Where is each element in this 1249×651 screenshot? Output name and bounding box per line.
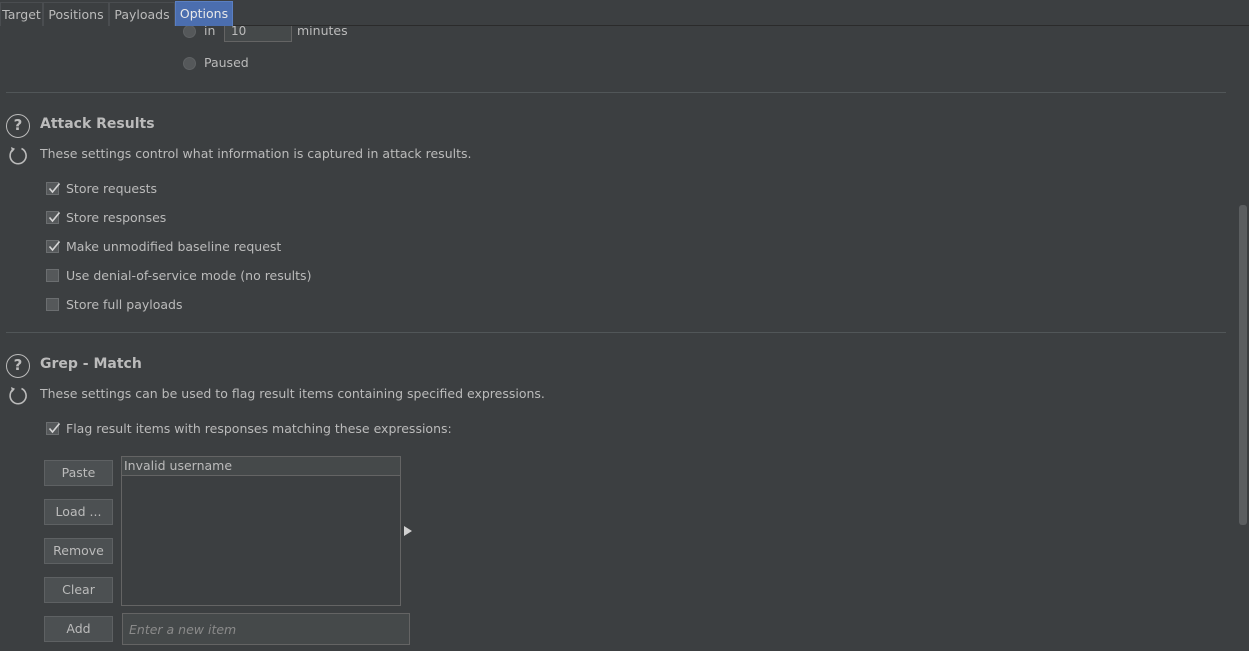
help-icon[interactable]: ? <box>6 114 30 138</box>
separator <box>6 92 1226 93</box>
help-icon[interactable]: ? <box>6 354 30 378</box>
refresh-icon[interactable] <box>7 384 29 406</box>
store-full-payloads-checkbox[interactable] <box>46 298 59 311</box>
dos-mode-checkbox[interactable] <box>46 269 59 282</box>
flag-results-checkbox[interactable] <box>46 422 61 435</box>
tab-bar: Target Positions Payloads Options <box>0 0 1249 26</box>
tab-target[interactable]: Target <box>0 2 43 26</box>
clear-button[interactable]: Clear <box>44 577 113 603</box>
list-item[interactable]: Invalid username <box>122 457 400 476</box>
add-button[interactable]: Add <box>44 616 113 642</box>
minutes-label: minutes <box>297 26 348 38</box>
remove-button[interactable]: Remove <box>44 538 113 564</box>
store-requests-checkbox[interactable] <box>46 182 61 195</box>
attack-results-description: These settings control what information … <box>40 146 472 161</box>
refresh-icon[interactable] <box>7 144 29 166</box>
expression-list[interactable]: Invalid username <box>121 456 401 606</box>
store-responses-label: Store responses <box>66 210 167 225</box>
separator <box>6 332 1226 333</box>
paste-button[interactable]: Paste <box>44 460 113 486</box>
minutes-input[interactable] <box>224 26 292 42</box>
options-panel: in minutes Paused ? Attack Results These… <box>0 26 1237 651</box>
store-full-payloads-label: Store full payloads <box>66 297 183 312</box>
tab-positions[interactable]: Positions <box>43 2 109 26</box>
in-minutes-radio[interactable] <box>183 26 196 38</box>
paused-label: Paused <box>204 55 249 70</box>
grep-match-title: Grep - Match <box>40 356 142 372</box>
new-item-input[interactable] <box>122 613 410 645</box>
in-label: in <box>204 26 216 38</box>
expand-arrow-icon[interactable] <box>403 526 413 536</box>
store-requests-label: Store requests <box>66 181 158 196</box>
tab-payloads[interactable]: Payloads <box>109 2 175 26</box>
attack-results-title: Attack Results <box>40 116 155 132</box>
dos-mode-label: Use denial-of-service mode (no results) <box>66 268 312 283</box>
store-responses-checkbox[interactable] <box>46 211 61 224</box>
load-button[interactable]: Load ... <box>44 499 113 525</box>
baseline-request-label: Make unmodified baseline request <box>66 239 282 254</box>
flag-results-label: Flag result items with responses matchin… <box>66 421 452 436</box>
baseline-request-checkbox[interactable] <box>46 240 61 253</box>
tab-options[interactable]: Options <box>175 1 233 26</box>
paused-radio[interactable] <box>183 57 196 70</box>
grep-match-description: These settings can be used to flag resul… <box>40 386 545 401</box>
scrollbar-thumb[interactable] <box>1239 205 1247 525</box>
